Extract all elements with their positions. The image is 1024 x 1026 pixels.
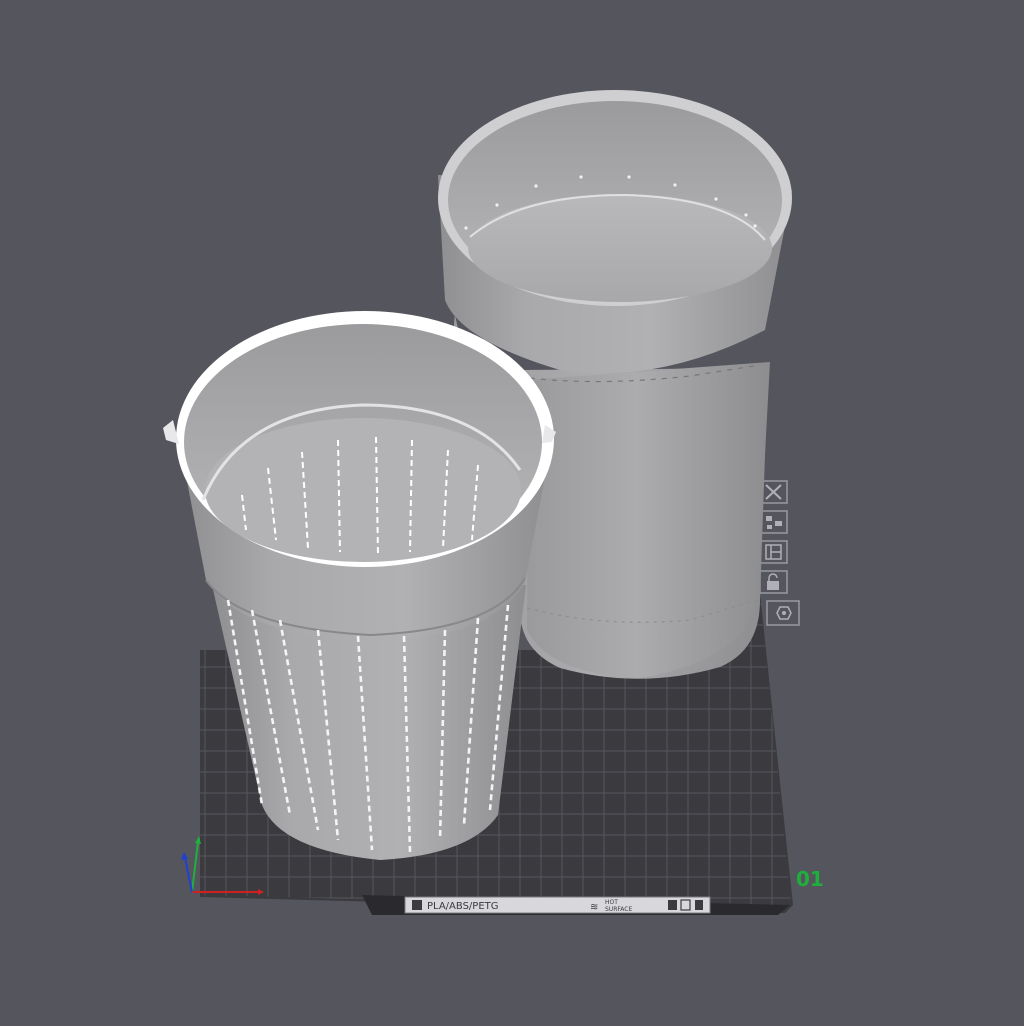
hot-label-line1: HOT	[605, 899, 618, 906]
3d-viewport[interactable]: PLA/ABS/PETG ≋ HOT SURFACE 01	[0, 0, 1024, 1026]
orient-plate-button[interactable]	[759, 540, 788, 564]
hot-label-line2: SURFACE	[605, 906, 632, 913]
close-icon	[765, 484, 782, 500]
layout-icon	[765, 544, 782, 560]
axis-z	[184, 857, 193, 893]
plate-toolbar	[759, 480, 800, 626]
arrange-icon	[766, 516, 782, 529]
plate-number: 01	[796, 867, 824, 891]
delete-plate-button[interactable]	[759, 480, 788, 504]
lock-plate-button[interactable]	[759, 570, 788, 594]
lock-icon	[767, 573, 779, 590]
axis-y	[191, 841, 199, 893]
plate-settings-button[interactable]	[766, 600, 800, 626]
arrange-plate-button[interactable]	[759, 510, 788, 534]
hot-surface-icon: ≋	[590, 902, 598, 913]
plate-material-label: PLA/ABS/PETG	[427, 901, 499, 912]
gear-icon	[776, 606, 792, 620]
